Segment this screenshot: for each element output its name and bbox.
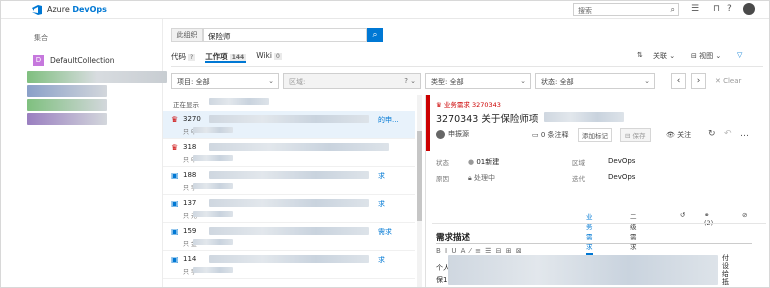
- sidebar-item-redacted[interactable]: [27, 71, 167, 83]
- iteration-value[interactable]: DevOps: [608, 173, 635, 181]
- sidebar-item-redacted[interactable]: [27, 85, 107, 97]
- collection-name: DefaultCollection: [50, 55, 115, 65]
- sidebar-item-redacted[interactable]: [27, 113, 107, 125]
- results-list: 正在显示 ♛ 3270 只 申 的申... ♛ 318 只 申 ▣ 188 只 …: [163, 95, 423, 287]
- next-button[interactable]: ›: [691, 73, 706, 89]
- divider: [171, 66, 763, 67]
- history-icon[interactable]: ↺: [680, 211, 685, 219]
- sort-icon[interactable]: ⇅: [637, 51, 643, 63]
- avatar: [436, 129, 445, 139]
- search-tabs: 代码? 工作项 144 Wiki 0: [171, 51, 282, 63]
- app-window: Azure DevOps 搜索 ⌕ ☰ ⊓ ? 集合 D DefaultColl…: [0, 0, 770, 288]
- task-icon: ▣: [171, 255, 179, 264]
- more-icon[interactable]: …: [740, 129, 749, 139]
- follow-button[interactable]: 👁 关注: [666, 130, 691, 140]
- refresh-icon[interactable]: ↻: [708, 129, 716, 139]
- search-button[interactable]: ⌕: [367, 28, 383, 42]
- task-icon: ▣: [171, 227, 179, 236]
- task-icon: ▣: [171, 171, 179, 180]
- chevron-down-icon: ⌄: [268, 77, 274, 85]
- divider: [432, 223, 766, 224]
- tab-wiki[interactable]: Wiki 0: [256, 51, 282, 63]
- collection-badge: D: [33, 54, 44, 66]
- list-item[interactable]: ▣ 188 只 李 求: [163, 167, 415, 195]
- scrollbar-thumb[interactable]: [417, 131, 422, 221]
- brand[interactable]: Azure DevOps: [47, 5, 107, 14]
- list-item[interactable]: ▣ 114 只 李 求: [163, 251, 415, 279]
- azure-devops-logo-icon[interactable]: [31, 4, 43, 16]
- chevron-down-icon: ⌄: [644, 77, 650, 85]
- crown-icon: ♛: [171, 115, 179, 124]
- type-filter[interactable]: 类型: 全部 ⌄: [425, 73, 531, 89]
- previous-button[interactable]: ‹: [671, 73, 686, 89]
- undo-icon[interactable]: ↶: [724, 129, 732, 139]
- relevance-dropdown[interactable]: 关联 ⌄: [653, 51, 675, 63]
- chevron-down-icon: ? ⌄: [404, 77, 416, 85]
- top-bar: Azure DevOps 搜索 ⌕ ☰ ⊓ ?: [1, 1, 769, 19]
- global-search-input[interactable]: 搜索 ⌕: [573, 3, 679, 16]
- list-item[interactable]: ♛ 318 只 申: [163, 139, 415, 167]
- state-dot-icon: ●: [468, 158, 475, 166]
- tab-business-requirement[interactable]: 业务需求: [586, 211, 593, 255]
- project-filter[interactable]: 项目: 全部 ⌄: [171, 73, 279, 89]
- view-dropdown[interactable]: ⊟ 视图 ⌄: [691, 51, 721, 63]
- reason-value[interactable]: 🔒︎ 处理中: [468, 173, 495, 183]
- add-tag-button[interactable]: 添加标记: [578, 128, 612, 142]
- work-item-detail: ♛ 业务需求 3270343 3270343 关于保险师项 申振源 ▭ 0 条注…: [425, 95, 769, 287]
- search-input[interactable]: 保险师: [203, 28, 367, 42]
- work-item-type: ♛ 业务需求 3270343: [436, 101, 501, 109]
- tab-code[interactable]: 代码?: [171, 51, 196, 63]
- state-value[interactable]: ● 01新建: [468, 157, 499, 167]
- clear-filters-button[interactable]: ✕ Clear: [715, 77, 741, 85]
- shopping-bag-icon[interactable]: ⊓: [713, 4, 720, 14]
- search-scope[interactable]: 此组织: [171, 28, 203, 42]
- area-value[interactable]: DevOps: [608, 157, 635, 165]
- rich-text-toolbar[interactable]: B I U A ⁄ ≡ ☰ ⊟ ⊞ ⊠: [436, 247, 523, 255]
- sidebar-item-redacted[interactable]: [27, 99, 107, 111]
- sidebar-title: 集合: [34, 34, 48, 42]
- divider: [436, 243, 752, 244]
- sidebar-item-defaultcollection[interactable]: D DefaultCollection: [33, 53, 115, 67]
- checklist-icon[interactable]: ☰: [691, 4, 699, 14]
- main-area: 此组织 保险师 ⌕ 代码? 工作项 144 Wiki 0 ⇅ 关联 ⌄ ⊟ 视图 ⌄…: [163, 19, 769, 287]
- tab-secondary-requirement[interactable]: 二级需求: [630, 211, 637, 251]
- tab-work-items[interactable]: 工作项 144: [205, 51, 247, 63]
- area-filter[interactable]: 区域:? ⌄: [283, 73, 421, 89]
- work-item-title[interactable]: 3270343 关于保险师项: [436, 111, 538, 125]
- assigned-user[interactable]: 申振源: [436, 129, 469, 139]
- type-color-bar: [426, 95, 430, 151]
- link-icon: ⚭: [704, 211, 710, 219]
- search-icon: ⌕: [372, 30, 378, 40]
- comments-link[interactable]: ▭ 0 条注释: [532, 130, 569, 140]
- list-item[interactable]: ♛ 3270 只 申 的申...: [163, 111, 415, 139]
- attachment-icon[interactable]: ⊘: [742, 211, 747, 219]
- save-button[interactable]: ⊟ 保存: [620, 128, 651, 142]
- state-filter[interactable]: 状态: 全部 ⌄: [535, 73, 655, 89]
- task-icon: ▣: [171, 199, 179, 208]
- tab-links[interactable]: ⚭ (2): [704, 211, 713, 227]
- list-item[interactable]: ▣ 159 只 金 需求: [163, 223, 415, 251]
- search-icon[interactable]: ⌕: [671, 5, 675, 15]
- help-icon[interactable]: ?: [727, 4, 732, 14]
- scrollbar[interactable]: [417, 95, 422, 287]
- chevron-down-icon: ⌄: [520, 77, 526, 85]
- description-heading: 需求描述: [436, 233, 471, 243]
- lock-icon: 🔒︎: [468, 174, 472, 182]
- sidebar: 集合 D DefaultCollection: [1, 19, 167, 287]
- crown-icon: ♛: [171, 143, 179, 152]
- list-item[interactable]: ▣ 137 只 元 求: [163, 195, 415, 223]
- filter-icon[interactable]: ▽: [737, 51, 742, 63]
- user-avatar[interactable]: [743, 3, 755, 15]
- results-count: 正在显示: [173, 101, 199, 109]
